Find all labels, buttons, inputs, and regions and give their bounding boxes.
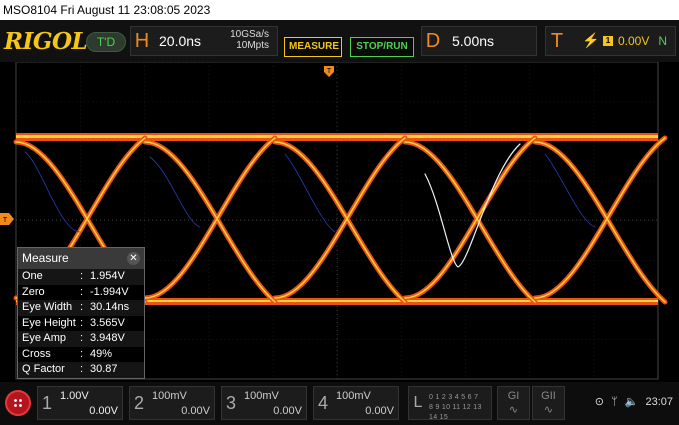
- speaker-icon[interactable]: 🔈: [625, 396, 639, 408]
- measure-separator: :: [80, 301, 84, 313]
- channel-number: 2: [133, 393, 144, 413]
- measure-label: Eye Width: [22, 301, 73, 313]
- acquisition-info: 10GSa/s 10Mpts: [230, 29, 269, 51]
- measure-value: 30.14ns: [90, 301, 130, 313]
- measure-value: 3.565V: [90, 316, 125, 329]
- measure-separator: :: [80, 285, 84, 298]
- measure-separator: :: [80, 363, 84, 375]
- measure-label: Eye Amp: [22, 332, 67, 344]
- delay-letter: D: [425, 30, 441, 52]
- rigol-logo: RIGOL: [4, 28, 88, 55]
- generator-label: GI: [507, 390, 520, 402]
- clock-time: 23:07: [645, 396, 673, 408]
- grid-icon: [13, 398, 23, 408]
- channel-offset: 0.00V: [181, 405, 210, 417]
- sample-rate: 10GSa/s: [230, 29, 269, 40]
- measure-label: One: [22, 270, 43, 282]
- measure-separator: :: [80, 332, 84, 344]
- top-toolbar: RIGOL T'D H 20.0ns 10GSa/s 10Mpts MEASUR…: [0, 20, 679, 62]
- measure-value: 3.948V: [90, 332, 125, 344]
- channel-offset: 0.00V: [89, 405, 118, 417]
- delay-settings[interactable]: D 5.00ns: [421, 26, 537, 56]
- wave-icon: ∿: [508, 404, 519, 416]
- td-button[interactable]: T'D: [86, 32, 126, 52]
- trigger-settings[interactable]: T ⚡ 1 0.00V N: [545, 26, 676, 56]
- trigger-letter: T: [550, 30, 564, 52]
- generator-1-button[interactable]: GI ∿: [497, 386, 530, 420]
- measure-label: Q Factor: [22, 363, 65, 375]
- horizontal-letter: H: [134, 30, 150, 52]
- channel-3-box[interactable]: 3 100mV 0.00V: [221, 386, 307, 420]
- channel-scale: 100mV: [336, 390, 371, 402]
- horizontal-settings[interactable]: H 20.0ns 10GSa/s 10Mpts: [130, 26, 278, 56]
- measure-row: Q Factor:30.87: [18, 362, 144, 378]
- channel-2-box[interactable]: 2 100mV 0.00V: [129, 386, 215, 420]
- logic-channels: 0 1 2 3 4 5 6 7 8 9 10 11 12 13 14 15: [429, 393, 491, 423]
- measure-label: Cross: [22, 347, 51, 360]
- channel-scale: 1.00V: [60, 390, 89, 402]
- measure-value: 30.87: [90, 363, 118, 375]
- channel-number: 1: [41, 393, 52, 413]
- measure-value: 49%: [90, 347, 113, 360]
- usb-icon: ᛘ: [611, 396, 618, 408]
- generator-2-button[interactable]: GII ∿: [532, 386, 565, 420]
- logic-analyzer-box[interactable]: L 0 1 2 3 4 5 6 7 8 9 10 11 12 13 14 15: [408, 386, 492, 423]
- status-area: ⊙ ᛘ 🔈 23:07: [591, 395, 673, 408]
- measure-row: Zero: -1.994V: [18, 285, 144, 301]
- measure-row: Eye Width:30.14ns: [18, 300, 144, 316]
- channel-scale: 100mV: [244, 390, 279, 402]
- trigger-position-label: T: [327, 68, 332, 75]
- measure-separator: :: [80, 347, 84, 360]
- delay-value: 5.00ns: [452, 33, 495, 49]
- logic-digits-top: 0 1 2 3 4 5 6 7: [429, 394, 479, 401]
- rising-edge-icon: ⚡: [582, 32, 600, 48]
- measure-value: -1.994V: [90, 285, 129, 298]
- measure-row: Eye Amp:3.948V: [18, 331, 144, 347]
- trigger-level-marker[interactable]: T: [0, 213, 14, 225]
- channel-scale: 100mV: [152, 390, 187, 402]
- measure-panel-header: Measure ✕: [18, 248, 144, 269]
- trigger-mode: N: [658, 34, 667, 48]
- logic-letter: L: [413, 394, 423, 411]
- channel-4-box[interactable]: 4 100mV 0.00V: [313, 386, 399, 420]
- wave-icon: ∿: [543, 404, 554, 416]
- trigger-level: 0.00V: [618, 34, 650, 48]
- channel-number: 3: [225, 393, 236, 413]
- channel-offset: 0.00V: [273, 405, 302, 417]
- channel-1-box[interactable]: 1 1.00V 0.00V: [37, 386, 123, 420]
- measure-row: One:1.954V: [18, 269, 144, 285]
- logic-digits-bottom: 8 9 10 11 12 13 14 15: [429, 404, 482, 421]
- memory-depth: 10Mpts: [236, 40, 269, 51]
- measure-label: Zero: [22, 285, 45, 298]
- channel-offset: 0.00V: [365, 405, 394, 417]
- measure-label: Eye Height: [22, 316, 76, 329]
- channel-number: 4: [317, 393, 328, 413]
- eye-top-rail-core: [16, 135, 658, 138]
- camera-icon[interactable]: ⊙: [595, 396, 604, 408]
- stop-run-button[interactable]: STOP/RUN: [350, 37, 414, 57]
- measure-rows: One:1.954V Zero: -1.994V Eye Width:30.14ns E…: [18, 269, 144, 378]
- measure-panel: Measure ✕ One:1.954V Zero: -1.994V Eye Widt…: [17, 247, 145, 379]
- trigger-level-label: T: [3, 217, 8, 224]
- measure-panel-title: Measure: [22, 251, 69, 265]
- measure-row: Cross:49%: [18, 347, 144, 363]
- timebase-value: 20.0ns: [159, 33, 202, 49]
- measure-separator: :: [80, 316, 84, 329]
- measure-row: Eye Height:3.565V: [18, 316, 144, 332]
- measure-separator: :: [80, 270, 84, 282]
- generator-label: GII: [541, 390, 556, 402]
- bottom-toolbar: 1 1.00V 0.00V 2 100mV 0.00V 3 100mV 0.00…: [0, 382, 679, 425]
- measure-button[interactable]: MEASURE: [284, 37, 342, 57]
- trigger-source: 1: [603, 36, 613, 46]
- close-icon[interactable]: ✕: [127, 252, 140, 265]
- home-menu-button[interactable]: [5, 390, 31, 416]
- title-bar: MSO8104 Fri August 11 23:08:05 2023: [0, 0, 679, 20]
- measure-value: 1.954V: [90, 270, 125, 282]
